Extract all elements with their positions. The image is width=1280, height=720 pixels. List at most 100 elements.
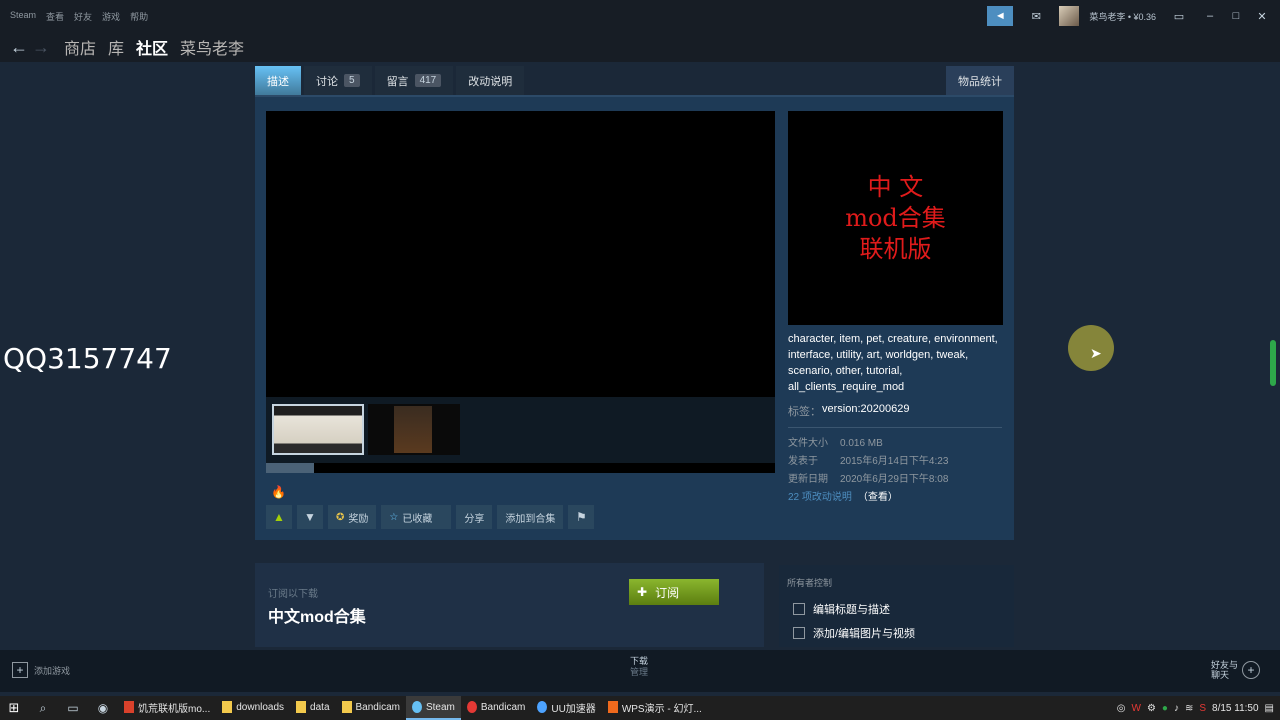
record-icon bbox=[466, 701, 477, 713]
search-icon[interactable]: ⌕ bbox=[28, 701, 58, 716]
friends-add-icon: + bbox=[1242, 661, 1260, 679]
steam-bottom-bar: + 添加游戏 下载 管理 好友与 聊天 + bbox=[0, 650, 1280, 692]
thumbs-up-icon: ▲ bbox=[273, 510, 285, 524]
taskbar-item-downloads[interactable]: downloads bbox=[216, 696, 290, 720]
tag-value[interactable]: version:20200629 bbox=[822, 403, 909, 415]
item-stats: 文件大小 0.016 MB 发表于 2015年6月14日下午4:23 更新日期 202… bbox=[788, 435, 948, 507]
favorite-label: 已收藏 bbox=[402, 513, 433, 525]
friends-chat-button[interactable]: 好友与 聊天 + bbox=[1211, 660, 1260, 680]
description-panel: 🔥 ▲ ▼ ✪ 奖励 ☆ 已收藏 分享 添加到合集 ⚑ 中 文 mod合集 联机版 … bbox=[255, 95, 1014, 540]
nav-community[interactable]: 社区 bbox=[136, 35, 168, 59]
owner-controls: 所有者控制 编辑标题与描述 添加/编辑图片与视频 bbox=[779, 565, 1014, 647]
share-button[interactable]: 分享 bbox=[456, 505, 493, 529]
edit-media-link[interactable]: 添加/编辑图片与视频 bbox=[793, 625, 915, 641]
maximize-icon[interactable]: □ bbox=[1228, 10, 1244, 22]
tab-comments[interactable]: 留言 417 bbox=[374, 66, 454, 95]
add-collection-button[interactable]: 添加到合集 bbox=[497, 505, 564, 529]
taskbar-item-steam[interactable]: Steam bbox=[405, 696, 461, 720]
award-button[interactable]: ✪ 奖励 bbox=[328, 505, 377, 529]
menu-games[interactable]: 游戏 bbox=[102, 10, 120, 23]
subscribe-button[interactable]: ✚ 订阅 bbox=[629, 579, 719, 605]
change-notes-link[interactable]: 22 项改动说明 bbox=[788, 489, 852, 507]
stat-posted-value: 2015年6月14日下午4:23 bbox=[840, 456, 949, 467]
edit-icon bbox=[793, 603, 805, 615]
thumbnail-2[interactable] bbox=[368, 404, 460, 455]
clock[interactable]: 8/15 11:50 bbox=[1212, 703, 1259, 714]
downloads-button[interactable]: 下载 管理 bbox=[630, 656, 648, 678]
mail-icon[interactable]: ✉ bbox=[1023, 6, 1049, 26]
thumbs-up-button[interactable]: ▲ bbox=[266, 505, 292, 529]
uu-icon bbox=[537, 701, 548, 713]
steam-icon bbox=[411, 701, 422, 713]
volume-icon[interactable]: ♪ bbox=[1174, 703, 1179, 714]
comments-count: 417 bbox=[414, 74, 442, 87]
chrome-icon[interactable]: ◉ bbox=[88, 701, 118, 715]
favorite-button[interactable]: ☆ 已收藏 bbox=[381, 505, 452, 529]
tab-discussions[interactable]: 讨论 5 bbox=[304, 66, 372, 95]
preview-line-3: 联机版 bbox=[859, 234, 932, 263]
windows-start-icon[interactable]: ⊞ bbox=[0, 700, 28, 716]
thumbs-down-button[interactable]: ▼ bbox=[297, 505, 323, 529]
menu-view[interactable]: 查看 bbox=[46, 10, 64, 23]
scrollbar-thumb[interactable] bbox=[266, 463, 314, 473]
nav-profile[interactable]: 菜鸟老李 bbox=[180, 35, 244, 59]
nav-store[interactable]: 商店 bbox=[64, 35, 96, 59]
taskbar-item-browser[interactable]: 饥荒联机版mo... bbox=[118, 696, 216, 720]
thumbs-down-icon: ▼ bbox=[304, 510, 316, 524]
task-view-icon[interactable]: ▭ bbox=[58, 701, 88, 715]
stat-file-size-label: 文件大小 bbox=[788, 438, 828, 449]
screen-icon[interactable]: ▭ bbox=[1166, 6, 1192, 26]
add-game-button[interactable]: + 添加游戏 bbox=[12, 662, 70, 678]
flag-icon: ⚑ bbox=[576, 510, 587, 524]
change-notes-view-link[interactable]: （查看） bbox=[858, 489, 898, 507]
taskbar-item-wps[interactable]: WPS演示 - 幻灯... bbox=[602, 696, 708, 720]
menu-friends[interactable]: 好友 bbox=[74, 10, 92, 23]
add-collection-label: 添加到合集 bbox=[505, 513, 556, 525]
avatar[interactable] bbox=[1059, 6, 1080, 26]
announce-icon[interactable]: ◄ bbox=[987, 6, 1014, 26]
tab-item-stats[interactable]: 物品统计 bbox=[946, 66, 1014, 95]
page-scrollbar[interactable] bbox=[1270, 110, 1276, 645]
menu-help[interactable]: 帮助 bbox=[130, 10, 148, 23]
edit-title-link[interactable]: 编辑标题与描述 bbox=[793, 601, 890, 617]
taskbar-item-data[interactable]: data bbox=[290, 696, 335, 720]
stat-posted-label: 发表于 bbox=[788, 456, 818, 467]
page-scrollbar-thumb[interactable] bbox=[1270, 340, 1276, 386]
tab-discussions-label: 讨论 bbox=[316, 75, 338, 88]
friends-label-2: 聊天 bbox=[1210, 670, 1229, 680]
app-icon bbox=[124, 701, 134, 713]
wifi-icon[interactable]: ≋ bbox=[1185, 703, 1193, 714]
report-button[interactable]: ⚑ bbox=[568, 505, 595, 529]
thumbnail-1[interactable] bbox=[272, 404, 364, 455]
tray-icon[interactable]: W bbox=[1131, 703, 1140, 714]
tray-icon[interactable]: ● bbox=[1162, 703, 1168, 714]
star-icon: ☆ bbox=[389, 511, 399, 523]
taskbar-item-bandicam-folder[interactable]: Bandicam bbox=[336, 696, 406, 720]
tray-icon[interactable]: ⚙ bbox=[1147, 703, 1156, 714]
thumbnail-scrollbar[interactable] bbox=[266, 463, 775, 473]
tray-icon[interactable]: ◎ bbox=[1117, 703, 1126, 714]
award-label: 奖励 bbox=[348, 513, 369, 525]
subscribe-label: 订阅以下载 bbox=[268, 589, 318, 600]
username-label[interactable]: 菜鸟老李 • ¥0.36 bbox=[1089, 10, 1156, 23]
forward-arrow-icon[interactable]: → bbox=[30, 37, 52, 58]
tab-description-label: 描述 bbox=[267, 75, 289, 88]
close-icon[interactable]: ✕ bbox=[1254, 10, 1270, 23]
stat-updated: 更新日期 2020年6月29日下午8:08 bbox=[788, 471, 948, 489]
taskbar-item-bandicam[interactable]: Bandicam bbox=[461, 696, 531, 720]
nav-library[interactable]: 库 bbox=[108, 35, 124, 59]
input-method-icon[interactable]: S bbox=[1199, 703, 1206, 714]
tag-list[interactable]: character, item, pet, creature, environm… bbox=[788, 331, 1003, 395]
stat-file-size: 文件大小 0.016 MB bbox=[788, 435, 948, 453]
downloads-label: 下载 bbox=[630, 656, 649, 666]
taskbar-item-uu[interactable]: UU加速器 bbox=[531, 696, 601, 720]
back-arrow-icon[interactable]: ← bbox=[8, 37, 30, 58]
stat-file-size-value: 0.016 MB bbox=[840, 438, 883, 449]
menu-steam[interactable]: Steam bbox=[10, 10, 36, 23]
tab-change-notes[interactable]: 改动说明 bbox=[456, 66, 525, 95]
subscribe-button-label: 订阅 bbox=[655, 585, 680, 600]
minimize-icon[interactable]: – bbox=[1202, 10, 1218, 22]
media-player[interactable] bbox=[266, 111, 775, 397]
tab-description[interactable]: 描述 bbox=[255, 66, 301, 95]
notification-icon[interactable]: ▤ bbox=[1265, 703, 1274, 714]
